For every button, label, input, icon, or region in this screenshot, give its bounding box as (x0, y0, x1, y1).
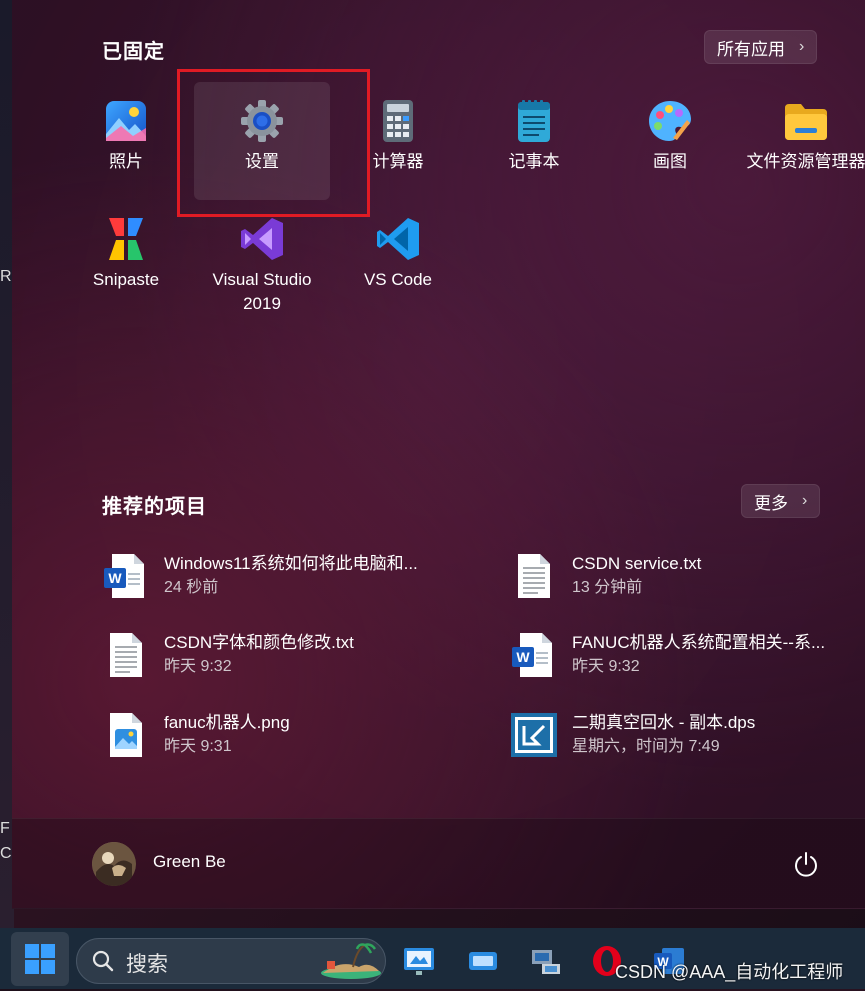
recommended-item[interactable]: W Windows11系统如何将此电脑和... 24 秒前 (102, 552, 462, 612)
file-time: 昨天 9:32 (572, 658, 640, 675)
recommended-item[interactable]: CSDN service.txt 13 分钟前 (510, 552, 865, 612)
pinned-app-vscode[interactable]: VS Code (328, 216, 468, 292)
file-name: CSDN service.txt (572, 554, 702, 573)
pinned-app-label-line: 2019 (243, 294, 281, 313)
taskbar-presentation-app-icon[interactable] (402, 944, 436, 978)
taskbar-search-box[interactable] (76, 938, 386, 984)
power-icon[interactable] (792, 850, 820, 878)
file-name: CSDN字体和颜色修改.txt (164, 633, 354, 652)
pinned-app-label: 画图 (653, 152, 687, 171)
pinned-app-snipaste[interactable]: Snipaste (56, 216, 196, 292)
pinned-app-label: Snipaste (92, 270, 160, 289)
photos-icon (103, 98, 149, 144)
pinned-app-paint[interactable]: 画图 (600, 98, 740, 174)
image-file-icon (102, 711, 150, 759)
pinned-app-label: VS Code (363, 270, 433, 289)
recommended-item[interactable]: CSDN字体和颜色修改.txt 昨天 9:32 (102, 631, 462, 691)
start-menu: 已固定 所有应用 › 照片 设置 计算器 记事本 画图 文件资源管理器 Snip… (12, 0, 865, 909)
visual-studio-icon (239, 216, 285, 262)
file-time: 24 秒前 (164, 579, 219, 596)
file-name: 二期真空回水 - 副本.dps (572, 713, 756, 732)
pinned-app-visual-studio[interactable]: Visual Studio 2019 (192, 216, 332, 316)
text-file-icon (510, 552, 558, 600)
file-name: Windows11系统如何将此电脑和... (164, 554, 418, 573)
pinned-title: 已固定 (102, 41, 165, 63)
more-label: 更多 (754, 493, 788, 513)
search-highlight-island-icon (321, 943, 381, 979)
file-time: 昨天 9:32 (164, 658, 232, 675)
snipaste-icon (103, 216, 149, 262)
pinned-app-label: 记事本 (508, 152, 560, 171)
recommended-item[interactable]: 二期真空回水 - 副本.dps 星期六，时间为 7:49 (510, 711, 865, 771)
file-name: fanuc机器人.png (164, 713, 290, 732)
pinned-app-notepad[interactable]: 记事本 (464, 98, 604, 174)
notepad-icon (511, 98, 557, 144)
pinned-app-label: Visual Studio 2019 (192, 268, 332, 316)
recommended-item[interactable]: fanuc机器人.png 昨天 9:31 (102, 711, 462, 771)
pinned-app-label-line: Visual Studio (212, 270, 312, 289)
all-apps-button[interactable]: 所有应用 › (704, 30, 818, 64)
svg-text:W: W (108, 570, 122, 586)
vscode-icon (375, 216, 421, 262)
paint-icon (647, 98, 693, 144)
text-file-icon (102, 631, 150, 679)
desktop-text: R (0, 268, 12, 285)
watermark-text: CSDN @AAA_自动化工程师 (615, 962, 844, 982)
word-doc-icon: W (510, 631, 558, 679)
avatar[interactable] (92, 842, 136, 886)
user-name[interactable]: Green Be (153, 852, 226, 872)
taskbar-network-app-icon[interactable] (528, 944, 562, 978)
settings-highlight-annotation (177, 69, 370, 217)
recommended-item[interactable]: W FANUC机器人系统配置相关--系... 昨天 9:32 (510, 631, 865, 691)
dps-file-icon (510, 711, 558, 759)
word-doc-icon: W (102, 552, 150, 600)
file-time: 13 分钟前 (572, 579, 643, 596)
file-name: FANUC机器人系统配置相关--系... (572, 633, 826, 652)
pinned-app-label: 文件资源管理器 (746, 152, 865, 171)
desktop-text: F (0, 820, 10, 837)
file-time: 昨天 9:31 (164, 738, 232, 755)
start-menu-footer (12, 818, 865, 909)
calculator-icon (375, 98, 421, 144)
search-icon (92, 950, 114, 972)
windows-logo-icon (25, 944, 55, 974)
recommended-title: 推荐的项目 (102, 496, 207, 518)
taskbar-window-app-icon[interactable] (466, 944, 500, 978)
chevron-right-icon: › (802, 492, 808, 509)
start-button[interactable] (11, 932, 69, 986)
desktop-text: C (0, 845, 12, 862)
pinned-app-photos[interactable]: 照片 (56, 98, 196, 174)
svg-text:W: W (516, 649, 530, 665)
chevron-right-icon: › (799, 38, 805, 55)
folder-icon (783, 98, 829, 144)
file-time: 星期六，时间为 7:49 (572, 738, 720, 755)
all-apps-label: 所有应用 (717, 39, 785, 59)
more-button[interactable]: 更多 › (741, 484, 821, 518)
pinned-app-label: 照片 (109, 152, 143, 171)
pinned-app-file-explorer[interactable]: 文件资源管理器 (736, 98, 865, 174)
taskbar-search-label: 搜索 (126, 953, 168, 976)
